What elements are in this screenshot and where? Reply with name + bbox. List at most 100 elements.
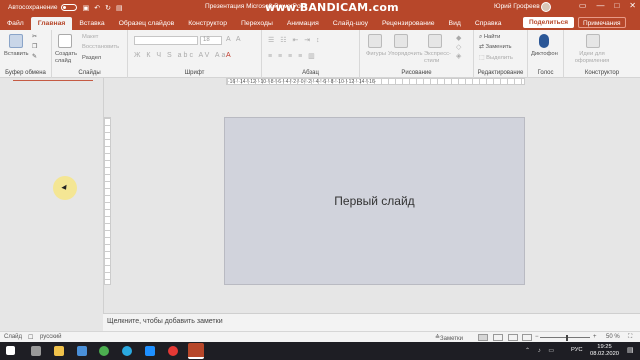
new-slide-button[interactable]: Создать слайд	[55, 51, 79, 65]
normal-view-button[interactable]	[478, 334, 488, 341]
tab-view[interactable]: Вид	[442, 17, 468, 30]
comments-button[interactable]: Примечания	[578, 17, 626, 28]
tab-insert[interactable]: Вставка	[72, 17, 111, 30]
slide-sorter-button[interactable]	[493, 334, 503, 341]
windows-start-icon[interactable]	[6, 346, 15, 355]
tab-design[interactable]: Конструктор	[181, 17, 234, 30]
paragraph-group: ☰ ☷ ⇤ ⇥ ↕ ≡ ≡ ≡ ≡ ▥ Абзац	[262, 30, 360, 78]
spellcheck-icon[interactable]: ☐	[28, 334, 33, 341]
tab-slide-master[interactable]: Образец слайдов	[112, 17, 182, 30]
thumbnail-insertion-line	[13, 80, 93, 81]
zoom-slider-thumb[interactable]	[566, 335, 568, 341]
font-color-icon[interactable]: A	[226, 52, 233, 59]
reading-view-button[interactable]	[508, 334, 518, 341]
maximize-icon[interactable]: □	[614, 1, 619, 10]
system-tray-icons[interactable]: ⌃ ♪ ▭	[525, 347, 557, 354]
browser-icon[interactable]	[145, 346, 155, 356]
language-indicator[interactable]: русский	[40, 334, 62, 340]
user-name[interactable]: Юрий Грофеев	[494, 3, 540, 10]
font-format-buttons[interactable]: Ж К Ч S abc AV Aa	[134, 52, 227, 59]
tab-file[interactable]: Файл	[0, 17, 31, 30]
font-size-field[interactable]: 18	[200, 36, 222, 45]
window-controls: ▭ — □ ✕	[579, 1, 636, 10]
vertical-ruler-ticks	[105, 118, 110, 284]
bandicam-watermark: www.BANDICAM.com	[265, 1, 399, 14]
cut-icon[interactable]: ✂	[32, 34, 37, 40]
start-from-beginning-icon[interactable]: ▤	[116, 4, 123, 12]
drawing-group-label: Рисование	[401, 70, 432, 76]
zoom-level[interactable]: 50 %	[606, 334, 620, 340]
close-icon[interactable]: ✕	[629, 1, 636, 10]
select-button[interactable]: ⬚ Выделить	[479, 55, 513, 61]
slide-show-button[interactable]	[522, 334, 532, 341]
status-bar: Слайд ☐ русский ≙ Заметки − + 50 % ⛶	[0, 331, 640, 342]
task-view-icon[interactable]	[31, 346, 41, 356]
notifications-icon[interactable]: ▤	[627, 346, 634, 354]
zoom-slider[interactable]	[540, 337, 590, 338]
notes-pane[interactable]: Щелкните, чтобы добавить заметки	[103, 313, 640, 331]
tab-animations[interactable]: Анимация	[280, 17, 326, 30]
paste-button[interactable]: Вставить	[4, 51, 29, 57]
tab-slide-show[interactable]: Слайд-шоу	[326, 17, 375, 30]
undo-icon[interactable]: ↶	[94, 4, 100, 12]
notes-toggle-button[interactable]: ≙ Заметки	[435, 334, 463, 342]
zoom-out-button[interactable]: −	[535, 334, 539, 340]
quick-styles-button[interactable]: Экспресс-стили	[424, 51, 452, 65]
save-icon[interactable]: ▣	[83, 4, 90, 12]
bandicam-icon[interactable]	[168, 346, 178, 356]
shape-fill-icons[interactable]: ◆ ◇ ◈	[456, 34, 461, 61]
file-explorer-icon[interactable]	[54, 346, 64, 356]
font-size-buttons[interactable]: A A	[226, 36, 243, 43]
clock-date: 08.02.2020	[590, 351, 620, 357]
list-buttons[interactable]: ☰ ☷ ⇤ ⇥ ↕	[268, 36, 322, 44]
ribbon-display-options-icon[interactable]: ▭	[579, 1, 587, 10]
taskbar-clock[interactable]: 19:25 08.02.2020	[590, 344, 619, 358]
powerpoint-taskbar-icon[interactable]	[188, 343, 204, 359]
find-button[interactable]: ⌕ Найти	[479, 34, 500, 41]
format-painter-icon[interactable]: ✎	[32, 54, 37, 60]
clock-time: 19:25	[597, 344, 612, 350]
shapes-button[interactable]: Фигуры	[366, 51, 386, 57]
redo-icon[interactable]: ↻	[105, 4, 111, 12]
dictate-button[interactable]: Диктофон	[531, 51, 558, 57]
slide-thumbnail-panel[interactable]	[0, 78, 103, 313]
slide-canvas[interactable]: Первый слайд	[224, 117, 525, 285]
horizontal-ruler: ·16·!·14·!·12·!·10·!·8·!·6·!·4·!·2·!·0·!…	[226, 78, 525, 85]
tab-transitions[interactable]: Переходы	[234, 17, 280, 30]
voice-group-label: Голос	[537, 70, 554, 76]
shapes-icon[interactable]	[368, 34, 382, 48]
slides-group-label: Слайды	[78, 70, 101, 76]
paste-icon[interactable]	[9, 34, 23, 48]
editing-group-label: Редактирование	[477, 70, 524, 76]
new-slide-icon[interactable]	[58, 34, 72, 48]
layout-button[interactable]: Макет	[82, 34, 98, 40]
share-button[interactable]: Поделиться	[523, 17, 575, 28]
fit-to-window-icon[interactable]: ⛶	[628, 334, 632, 341]
tab-help[interactable]: Справка	[468, 17, 509, 30]
arrange-icon[interactable]	[394, 34, 408, 48]
reset-button[interactable]: Восстановить	[82, 44, 119, 50]
design-ideas-icon[interactable]	[586, 34, 600, 48]
arrange-button[interactable]: Упорядочить	[388, 51, 423, 57]
chrome-icon[interactable]	[99, 346, 109, 356]
slide-title[interactable]: Первый слайд	[334, 194, 414, 208]
avatar[interactable]	[541, 2, 551, 12]
store-icon[interactable]	[77, 346, 87, 356]
copy-icon[interactable]: ❐	[32, 44, 37, 50]
minimize-icon[interactable]: —	[596, 1, 604, 10]
autosave-toggle[interactable]	[60, 4, 77, 11]
input-language[interactable]: РУС	[571, 347, 583, 353]
design-ideas-button[interactable]: Идеи для оформления	[572, 51, 612, 65]
section-button[interactable]: Раздел	[82, 55, 101, 61]
horizontal-ruler-numbers: ·16·!·14·!·12·!·10·!·8·!·6·!·4·!·2·!·0·!…	[228, 79, 377, 85]
replace-button[interactable]: ⇄ Заменить	[479, 44, 512, 50]
zoom-in-button[interactable]: +	[593, 334, 597, 340]
quick-styles-icon[interactable]	[428, 34, 442, 48]
tab-home[interactable]: Главная	[30, 17, 73, 30]
font-name-field[interactable]	[134, 36, 198, 45]
paragraph-group-label: Абзац	[302, 70, 319, 76]
microphone-icon[interactable]	[539, 34, 549, 48]
tab-review[interactable]: Рецензирование	[375, 17, 441, 30]
align-buttons[interactable]: ≡ ≡ ≡ ≡ ▥	[268, 52, 317, 60]
skype-icon[interactable]	[122, 346, 132, 356]
